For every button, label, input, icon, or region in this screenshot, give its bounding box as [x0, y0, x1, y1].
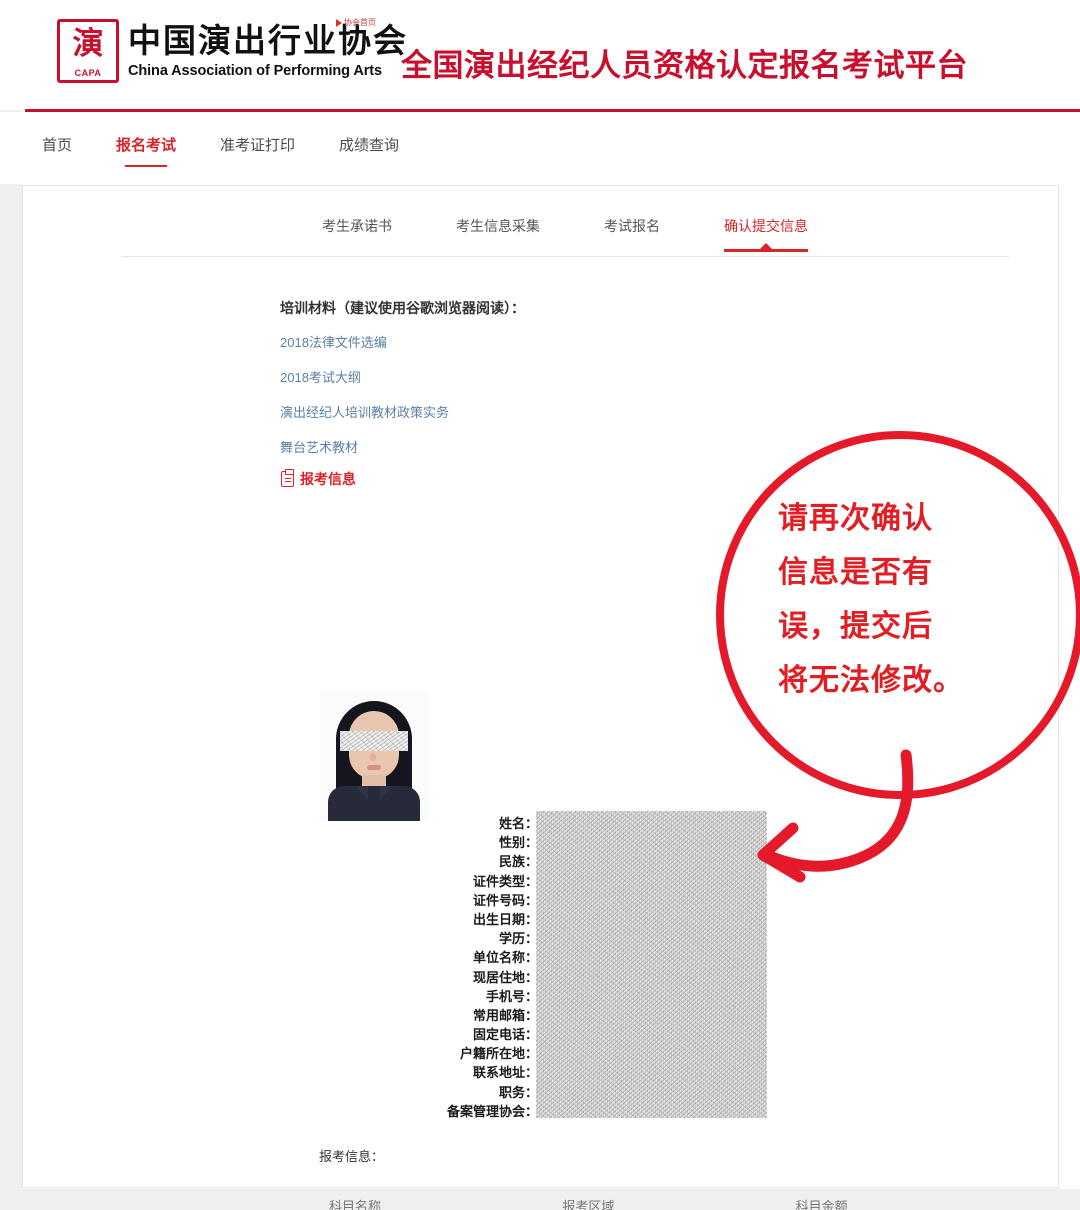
nav-item-home[interactable]: 首页: [42, 134, 72, 167]
exam-table-caption: 报考信息：: [319, 1149, 385, 1164]
main-navigation: 首页 报名考试 准考证打印 成绩查询: [0, 112, 1080, 184]
seal-character: 演: [72, 26, 104, 62]
content-card: 考生承诺书 考生信息采集 考试报名 确认提交信息 培训材料（建议使用谷歌浏览器阅…: [22, 185, 1059, 1210]
triangle-right-icon: [336, 18, 342, 27]
field-label-mobile: 手机号：: [485, 988, 538, 1004]
logo-english-name: China Association of Performing Arts: [128, 63, 382, 79]
photo-mouth: [367, 765, 381, 770]
candidate-values-redaction: [536, 811, 767, 1118]
registration-info-heading-label: 报考信息: [300, 471, 356, 487]
exam-table: 科目名称 报考区域 科目金额 全国演出经纪人员资格认定考试 广州市 380.00…: [319, 1186, 1019, 1210]
field-label-birth-date: 出生日期：: [472, 911, 538, 927]
field-label-current-address: 现居住地：: [472, 969, 538, 985]
capa-seal-icon: 演 CAPA: [57, 19, 119, 83]
column-header-subject-amount: 科目金额: [785, 1186, 1019, 1210]
tab-candidate-info-collection[interactable]: 考生信息采集: [456, 216, 540, 254]
tab-confirm-submit-info[interactable]: 确认提交信息: [724, 216, 808, 254]
association-home-link[interactable]: 协会首页: [336, 17, 376, 28]
material-link-law-documents[interactable]: 2018法律文件选编: [280, 332, 525, 351]
candidate-photo: [320, 691, 428, 821]
page-title: 全国演出经纪人员资格认定报名考试平台: [401, 48, 968, 83]
exam-table-header-row: 科目名称 报考区域 科目金额: [319, 1186, 1019, 1210]
photo-nose: [370, 753, 376, 761]
training-materials-section: 培训材料（建议使用谷歌浏览器阅读）： 2018法律文件选编 2018考试大纲 演…: [280, 298, 525, 472]
candidate-field-labels: 姓名： 性别： 民族： 证件类型： 证件号码： 出生日期： 学历： 单位名称： …: [323, 814, 538, 1121]
field-label-education: 学历：: [498, 931, 538, 947]
field-label-id-type: 证件类型：: [472, 873, 538, 889]
clipboard-icon: [281, 469, 294, 487]
active-tab-caret-icon: [759, 243, 773, 250]
field-label-filing-assoc: 备案管理协会：: [446, 1103, 538, 1119]
site-logo[interactable]: 演 CAPA 中国演出行业协会 China Association of Per…: [57, 19, 408, 83]
page-root: 演 CAPA 中国演出行业协会 China Association of Per…: [0, 0, 1080, 1210]
material-link-exam-syllabus[interactable]: 2018考试大纲: [280, 367, 525, 386]
column-header-subject-name: 科目名称: [319, 1186, 553, 1210]
tab-candidate-commitment[interactable]: 考生承诺书: [322, 216, 392, 254]
training-materials-title: 培训材料（建议使用谷歌浏览器阅读）：: [280, 300, 525, 316]
nav-item-admission-ticket-print[interactable]: 准考证打印: [220, 134, 295, 167]
site-header: 演 CAPA 中国演出行业协会 China Association of Per…: [0, 0, 1080, 112]
step-tabs: 考生承诺书 考生信息采集 考试报名 确认提交信息: [121, 216, 1009, 256]
registration-info-heading: 报考信息: [281, 469, 356, 489]
main-navigation-list: 首页 报名考试 准考证打印 成绩查询: [42, 134, 443, 167]
tab-label: 考生承诺书: [322, 218, 392, 234]
material-link-stage-art-textbook[interactable]: 舞台艺术教材: [280, 437, 525, 456]
field-label-employer: 单位名称：: [472, 950, 538, 966]
field-label-position: 职务：: [498, 1084, 538, 1100]
photo-eyes-redaction: [340, 731, 408, 751]
tab-label: 考生信息采集: [456, 218, 540, 234]
seal-acronym: CAPA: [74, 68, 102, 78]
logo-text-block: 中国演出行业协会 China Association of Performing…: [128, 19, 408, 80]
field-label-name: 姓名：: [498, 816, 538, 831]
tab-exam-registration[interactable]: 考试报名: [604, 216, 660, 254]
nav-item-label: 准考证打印: [220, 137, 296, 154]
photo-collar-right: [380, 786, 392, 800]
photo-collar-left: [356, 786, 368, 800]
field-label-email: 常用邮箱：: [472, 1007, 538, 1023]
step-tabs-divider: [121, 256, 1009, 257]
nav-item-score-query[interactable]: 成绩查询: [339, 134, 399, 167]
field-label-gender: 性别：: [498, 835, 538, 851]
material-link-policy-practice-textbook[interactable]: 演出经纪人培训教材政策实务: [280, 402, 525, 421]
field-label-landline: 固定电话：: [472, 1027, 538, 1043]
field-label-contact-address: 联系地址：: [472, 1065, 538, 1081]
nav-item-exam-registration[interactable]: 报名考试: [116, 134, 176, 167]
field-label-id-number: 证件号码：: [472, 892, 538, 908]
field-label-household-place: 户籍所在地：: [459, 1046, 538, 1062]
exam-table-head: 科目名称 报考区域 科目金额: [319, 1186, 1019, 1210]
association-home-label: 协会首页: [344, 18, 376, 27]
column-header-exam-region: 报考区域: [552, 1186, 786, 1210]
tab-label: 确认提交信息: [724, 218, 808, 234]
nav-item-label: 报名考试: [116, 137, 177, 154]
field-label-ethnicity: 民族：: [498, 854, 538, 870]
nav-item-label: 首页: [42, 137, 73, 154]
tab-label: 考试报名: [604, 218, 660, 234]
nav-item-label: 成绩查询: [339, 137, 400, 154]
